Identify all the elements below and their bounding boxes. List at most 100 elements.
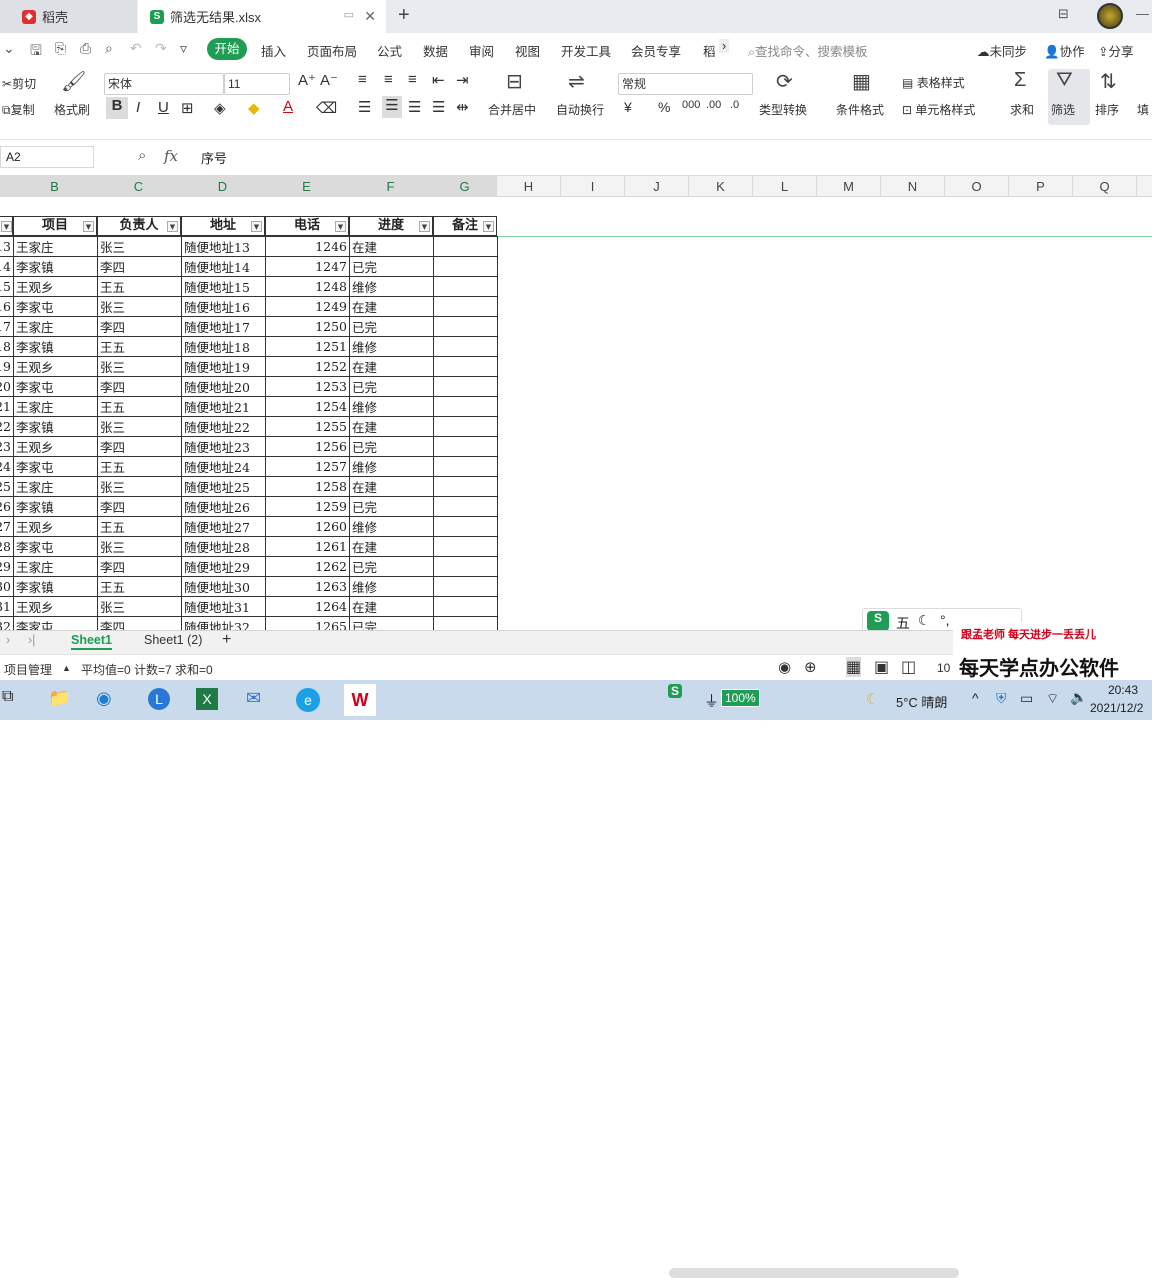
wps-icon[interactable]: W <box>344 684 376 716</box>
table-cell[interactable]: 随便地址19 <box>181 356 266 377</box>
column-header[interactable]: P <box>1009 176 1073 197</box>
horizontal-scrollbar[interactable] <box>669 1268 959 1278</box>
volume-icon[interactable]: 🔈 <box>1070 689 1087 706</box>
row-number-cell[interactable]: 21 <box>0 396 14 417</box>
row-number-cell[interactable]: 30 <box>0 576 14 597</box>
last-sheet-icon[interactable]: ›| <box>28 633 35 647</box>
table-cell[interactable]: 维修 <box>349 516 434 537</box>
tab-daoke[interactable]: ◆ 稻壳 <box>0 0 137 33</box>
column-header[interactable]: N <box>881 176 945 197</box>
column-header[interactable]: K <box>689 176 753 197</box>
tab-developer[interactable]: 开发工具 <box>561 41 611 60</box>
mail-icon[interactable]: ✉ <box>246 688 261 709</box>
table-cell[interactable] <box>433 296 498 317</box>
underline-button[interactable]: U <box>158 99 169 116</box>
table-row[interactable]: 32李家屯李四随便地址321265已完 <box>0 616 498 630</box>
tab-data[interactable]: 数据 <box>423 41 448 60</box>
table-cell[interactable]: 王五 <box>97 336 182 357</box>
font-size-select[interactable]: 11 <box>224 73 290 95</box>
minimize-icon[interactable]: — <box>1136 6 1149 21</box>
table-cell[interactable] <box>433 536 498 557</box>
tab-insert[interactable]: 插入 <box>261 41 286 60</box>
excel-icon[interactable]: X <box>196 688 218 710</box>
table-cell[interactable]: 随便地址28 <box>181 536 266 557</box>
table-cell[interactable] <box>433 496 498 517</box>
table-cell[interactable]: 随便地址31 <box>181 596 266 617</box>
fill-button[interactable]: 填 <box>1137 101 1149 118</box>
table-cell[interactable]: 已完 <box>349 256 434 277</box>
filter-dropdown-icon[interactable]: ▼ <box>251 221 262 232</box>
filter-dropdown-icon[interactable]: ▼ <box>419 221 430 232</box>
table-cell[interactable]: 李家屯 <box>13 616 98 630</box>
table-cell[interactable]: 在建 <box>349 296 434 317</box>
file-explorer-icon[interactable]: 📁 <box>48 688 70 709</box>
table-cell[interactable]: 李家镇 <box>13 496 98 517</box>
undo-icon[interactable]: ↶ <box>130 40 142 57</box>
filter-dropdown-icon[interactable]: ▼ <box>1 221 12 232</box>
indent-increase-icon[interactable]: ⇥ <box>456 71 469 89</box>
table-cell[interactable]: 李家镇 <box>13 256 98 277</box>
row-number-cell[interactable]: 15 <box>0 276 14 297</box>
align-middle-icon[interactable]: ≡ <box>384 71 393 88</box>
align-left-icon[interactable]: ☰ <box>358 98 371 116</box>
table-cell[interactable]: 在建 <box>349 416 434 437</box>
task-view-icon[interactable]: ⧉ <box>2 688 13 706</box>
column-header[interactable]: D <box>181 176 265 197</box>
table-cell[interactable]: 随便地址14 <box>181 256 266 277</box>
tab-window-icon[interactable]: ▭ <box>344 8 354 21</box>
sheet-tab-2[interactable]: Sheet1 (2) <box>144 633 202 647</box>
table-cell[interactable]: 随便地址27 <box>181 516 266 537</box>
avatar[interactable] <box>1097 3 1123 29</box>
align-top-icon[interactable]: ≡ <box>358 71 367 88</box>
filter-dropdown-icon[interactable]: ▼ <box>335 221 346 232</box>
tab-review[interactable]: 审阅 <box>469 41 494 60</box>
tab-start[interactable]: 开始 <box>207 38 247 60</box>
filter-dropdown-icon[interactable]: ▼ <box>167 221 178 232</box>
table-cell[interactable]: 1265 <box>265 616 350 630</box>
table-cell[interactable]: 1248 <box>265 276 350 297</box>
more-icon[interactable]: ▿ <box>180 40 187 57</box>
table-cell[interactable]: 1246 <box>265 236 350 257</box>
table-cell[interactable]: 随便地址17 <box>181 316 266 337</box>
header-cell[interactable]: ▼ <box>0 216 13 236</box>
table-cell[interactable]: 王五 <box>97 456 182 477</box>
number-format-select[interactable]: 常规 <box>618 73 753 95</box>
row-number-cell[interactable]: 17 <box>0 316 14 337</box>
table-cell[interactable] <box>433 376 498 397</box>
table-cell[interactable]: 随便地址18 <box>181 336 266 357</box>
column-header[interactable]: B <box>13 176 97 197</box>
table-cell[interactable]: 1258 <box>265 476 350 497</box>
table-cell[interactable] <box>433 576 498 597</box>
table-cell[interactable] <box>433 516 498 537</box>
row-number-cell[interactable]: 28 <box>0 536 14 557</box>
name-box[interactable]: A2 <box>0 146 94 168</box>
column-header[interactable]: L <box>753 176 817 197</box>
table-cell[interactable]: 随便地址21 <box>181 396 266 417</box>
sync-button[interactable]: ☁未同步 <box>977 41 1027 60</box>
table-cell[interactable]: 随便地址23 <box>181 436 266 457</box>
cell-style-button[interactable]: ⊡ 单元格样式 <box>902 101 975 118</box>
header-cell[interactable]: 电话 ▼ <box>265 216 349 236</box>
column-header[interactable]: J <box>625 176 689 197</box>
clock-time[interactable]: 20:43 <box>1108 683 1138 697</box>
table-cell[interactable]: 王五 <box>97 396 182 417</box>
table-cell[interactable]: 王五 <box>97 516 182 537</box>
table-cell[interactable] <box>433 236 498 257</box>
tab-view[interactable]: 视图 <box>515 41 540 60</box>
table-cell[interactable]: 1262 <box>265 556 350 577</box>
table-row[interactable]: 30李家镇王五随便地址301263维修 <box>0 576 498 597</box>
table-cell[interactable]: 维修 <box>349 336 434 357</box>
table-row[interactable]: 13王家庄张三随便地址131246在建 <box>0 236 498 257</box>
tab-formula[interactable]: 公式 <box>377 41 402 60</box>
column-header[interactable]: O <box>945 176 1009 197</box>
chevron-down-icon[interactable]: ⌄ <box>3 40 15 57</box>
table-cell[interactable]: 王观乡 <box>13 596 98 617</box>
clock-date[interactable]: 2021/12/2 <box>1090 701 1143 715</box>
table-cell[interactable]: 1254 <box>265 396 350 417</box>
table-cell[interactable]: 1260 <box>265 516 350 537</box>
table-cell[interactable]: 李家镇 <box>13 416 98 437</box>
column-header[interactable]: F <box>349 176 433 197</box>
format-painter-button[interactable]: 格式刷 <box>54 101 90 118</box>
font-color-icon[interactable]: A <box>283 98 293 115</box>
table-cell[interactable]: 李四 <box>97 436 182 457</box>
